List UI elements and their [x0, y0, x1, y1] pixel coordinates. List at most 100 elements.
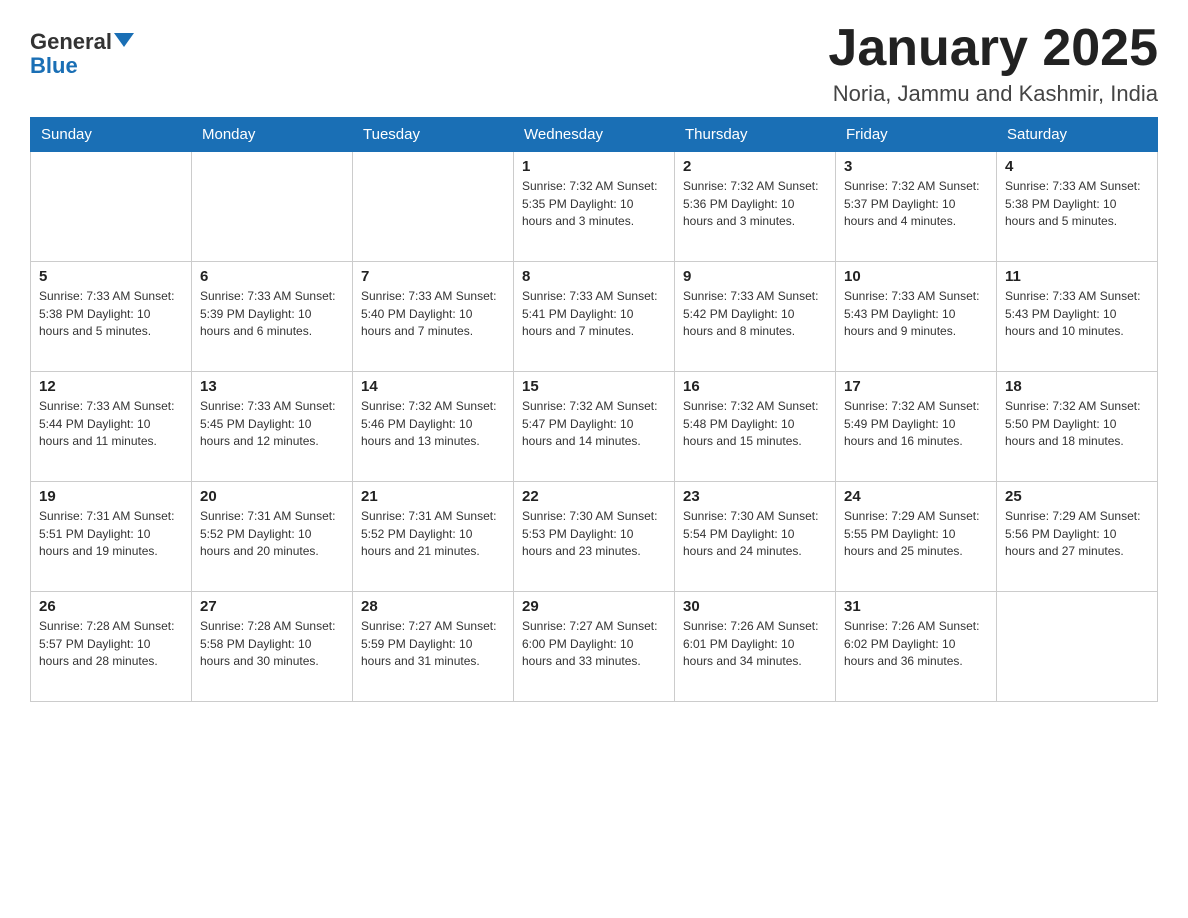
day-info: Sunrise: 7:28 AM Sunset: 5:58 PM Dayligh…: [200, 618, 344, 670]
day-info: Sunrise: 7:33 AM Sunset: 5:44 PM Dayligh…: [39, 398, 183, 450]
day-number: 30: [683, 598, 827, 615]
day-info: Sunrise: 7:31 AM Sunset: 5:52 PM Dayligh…: [361, 508, 505, 560]
day-number: 2: [683, 158, 827, 175]
calendar-cell: 11 Sunrise: 7:33 AM Sunset: 5:43 PM Dayli…: [997, 262, 1158, 372]
day-info: Sunrise: 7:32 AM Sunset: 5:35 PM Dayligh…: [522, 178, 666, 230]
calendar-cell: 15 Sunrise: 7:32 AM Sunset: 5:47 PM Dayli…: [514, 372, 675, 482]
calendar-week-row: 12Sunrise: 7:33 AM Sunset: 5:44 PM Dayli…: [31, 372, 1158, 482]
column-header-saturday: Saturday: [997, 118, 1158, 152]
day-info: Sunrise: 7:27 AM Sunset: 5:59 PM Dayligh…: [361, 618, 505, 670]
day-info: Sunrise: 7:30 AM Sunset: 5:53 PM Dayligh…: [522, 508, 666, 560]
day-info: Sunrise: 7:33 AM Sunset: 5:43 PM Dayligh…: [1005, 288, 1149, 340]
calendar-cell: 13 Sunrise: 7:33 AM Sunset: 5:45 PM Dayli…: [192, 372, 353, 482]
calendar-table: SundayMondayTuesdayWednesdayThursdayFrid…: [30, 117, 1158, 702]
day-info: Sunrise: 7:29 AM Sunset: 5:56 PM Dayligh…: [1005, 508, 1149, 560]
day-info: Sunrise: 7:28 AM Sunset: 5:57 PM Dayligh…: [39, 618, 183, 670]
day-number: 3: [844, 158, 988, 175]
calendar-cell: 20 Sunrise: 7:31 AM Sunset: 5:52 PM Dayli…: [192, 482, 353, 592]
calendar-week-row: 1 Sunrise: 7:32 AM Sunset: 5:35 PM Daylig…: [31, 152, 1158, 262]
day-number: 26: [39, 598, 183, 615]
day-number: 1: [522, 158, 666, 175]
calendar-week-row: 19Sunrise: 7:31 AM Sunset: 5:51 PM Dayli…: [31, 482, 1158, 592]
logo-blue-text: Blue: [30, 54, 134, 78]
day-number: 5: [39, 268, 183, 285]
day-info: Sunrise: 7:33 AM Sunset: 5:45 PM Dayligh…: [200, 398, 344, 450]
day-number: 13: [200, 378, 344, 395]
day-number: 10: [844, 268, 988, 285]
calendar-cell: 22Sunrise: 7:30 AM Sunset: 5:53 PM Dayli…: [514, 482, 675, 592]
calendar-cell: 4Sunrise: 7:33 AM Sunset: 5:38 PM Daylig…: [997, 152, 1158, 262]
calendar-cell: 30 Sunrise: 7:26 AM Sunset: 6:01 PM Dayli…: [675, 592, 836, 702]
calendar-cell: 27 Sunrise: 7:28 AM Sunset: 5:58 PM Dayli…: [192, 592, 353, 702]
calendar-cell: 6 Sunrise: 7:33 AM Sunset: 5:39 PM Daylig…: [192, 262, 353, 372]
day-number: 9: [683, 268, 827, 285]
calendar-cell: [353, 152, 514, 262]
day-number: 20: [200, 488, 344, 505]
day-info: Sunrise: 7:32 AM Sunset: 5:37 PM Dayligh…: [844, 178, 988, 230]
day-info: Sunrise: 7:26 AM Sunset: 6:02 PM Dayligh…: [844, 618, 988, 670]
day-info: Sunrise: 7:27 AM Sunset: 6:00 PM Dayligh…: [522, 618, 666, 670]
calendar-cell: [997, 592, 1158, 702]
day-number: 4: [1005, 158, 1149, 175]
calendar-header-row: SundayMondayTuesdayWednesdayThursdayFrid…: [31, 118, 1158, 152]
month-title: January 2025: [828, 20, 1158, 77]
day-info: Sunrise: 7:31 AM Sunset: 5:52 PM Dayligh…: [200, 508, 344, 560]
day-number: 27: [200, 598, 344, 615]
day-number: 17: [844, 378, 988, 395]
calendar-cell: 23Sunrise: 7:30 AM Sunset: 5:54 PM Dayli…: [675, 482, 836, 592]
day-info: Sunrise: 7:32 AM Sunset: 5:36 PM Dayligh…: [683, 178, 827, 230]
day-info: Sunrise: 7:33 AM Sunset: 5:40 PM Dayligh…: [361, 288, 505, 340]
day-info: Sunrise: 7:32 AM Sunset: 5:46 PM Dayligh…: [361, 398, 505, 450]
day-number: 19: [39, 488, 183, 505]
calendar-cell: 9 Sunrise: 7:33 AM Sunset: 5:42 PM Daylig…: [675, 262, 836, 372]
calendar-week-row: 5Sunrise: 7:33 AM Sunset: 5:38 PM Daylig…: [31, 262, 1158, 372]
calendar-cell: 25 Sunrise: 7:29 AM Sunset: 5:56 PM Dayli…: [997, 482, 1158, 592]
calendar-cell: 26 Sunrise: 7:28 AM Sunset: 5:57 PM Dayli…: [31, 592, 192, 702]
day-number: 15: [522, 378, 666, 395]
day-number: 25: [1005, 488, 1149, 505]
calendar-week-row: 26 Sunrise: 7:28 AM Sunset: 5:57 PM Dayli…: [31, 592, 1158, 702]
calendar-cell: 1 Sunrise: 7:32 AM Sunset: 5:35 PM Daylig…: [514, 152, 675, 262]
calendar-cell: 28Sunrise: 7:27 AM Sunset: 5:59 PM Dayli…: [353, 592, 514, 702]
day-info: Sunrise: 7:33 AM Sunset: 5:39 PM Dayligh…: [200, 288, 344, 340]
calendar-cell: [192, 152, 353, 262]
day-info: Sunrise: 7:32 AM Sunset: 5:49 PM Dayligh…: [844, 398, 988, 450]
day-info: Sunrise: 7:29 AM Sunset: 5:55 PM Dayligh…: [844, 508, 988, 560]
day-info: Sunrise: 7:33 AM Sunset: 5:43 PM Dayligh…: [844, 288, 988, 340]
column-header-sunday: Sunday: [31, 118, 192, 152]
day-number: 11: [1005, 268, 1149, 285]
day-info: Sunrise: 7:33 AM Sunset: 5:42 PM Dayligh…: [683, 288, 827, 340]
day-info: Sunrise: 7:32 AM Sunset: 5:50 PM Dayligh…: [1005, 398, 1149, 450]
calendar-cell: 12Sunrise: 7:33 AM Sunset: 5:44 PM Dayli…: [31, 372, 192, 482]
day-info: Sunrise: 7:32 AM Sunset: 5:47 PM Dayligh…: [522, 398, 666, 450]
column-header-friday: Friday: [836, 118, 997, 152]
logo-triangle-icon: [114, 33, 134, 47]
column-header-monday: Monday: [192, 118, 353, 152]
day-info: Sunrise: 7:33 AM Sunset: 5:41 PM Dayligh…: [522, 288, 666, 340]
day-info: Sunrise: 7:26 AM Sunset: 6:01 PM Dayligh…: [683, 618, 827, 670]
day-number: 21: [361, 488, 505, 505]
calendar-cell: 7Sunrise: 7:33 AM Sunset: 5:40 PM Daylig…: [353, 262, 514, 372]
day-info: Sunrise: 7:30 AM Sunset: 5:54 PM Dayligh…: [683, 508, 827, 560]
calendar-cell: [31, 152, 192, 262]
calendar-cell: 19Sunrise: 7:31 AM Sunset: 5:51 PM Dayli…: [31, 482, 192, 592]
day-number: 31: [844, 598, 988, 615]
calendar-cell: 10 Sunrise: 7:33 AM Sunset: 5:43 PM Dayli…: [836, 262, 997, 372]
calendar-cell: 16 Sunrise: 7:32 AM Sunset: 5:48 PM Dayli…: [675, 372, 836, 482]
calendar-cell: 18Sunrise: 7:32 AM Sunset: 5:50 PM Dayli…: [997, 372, 1158, 482]
day-info: Sunrise: 7:32 AM Sunset: 5:48 PM Dayligh…: [683, 398, 827, 450]
calendar-cell: 14Sunrise: 7:32 AM Sunset: 5:46 PM Dayli…: [353, 372, 514, 482]
logo: General Blue: [30, 30, 134, 78]
day-number: 16: [683, 378, 827, 395]
calendar-cell: 2 Sunrise: 7:32 AM Sunset: 5:36 PM Daylig…: [675, 152, 836, 262]
logo-general-text: General: [30, 30, 112, 54]
location-title: Noria, Jammu and Kashmir, India: [828, 81, 1158, 107]
day-number: 24: [844, 488, 988, 505]
calendar-cell: 21 Sunrise: 7:31 AM Sunset: 5:52 PM Dayli…: [353, 482, 514, 592]
calendar-cell: 8Sunrise: 7:33 AM Sunset: 5:41 PM Daylig…: [514, 262, 675, 372]
day-number: 6: [200, 268, 344, 285]
calendar-cell: 24 Sunrise: 7:29 AM Sunset: 5:55 PM Dayli…: [836, 482, 997, 592]
calendar-cell: 31 Sunrise: 7:26 AM Sunset: 6:02 PM Dayli…: [836, 592, 997, 702]
calendar-cell: 29Sunrise: 7:27 AM Sunset: 6:00 PM Dayli…: [514, 592, 675, 702]
calendar-cell: 3 Sunrise: 7:32 AM Sunset: 5:37 PM Daylig…: [836, 152, 997, 262]
